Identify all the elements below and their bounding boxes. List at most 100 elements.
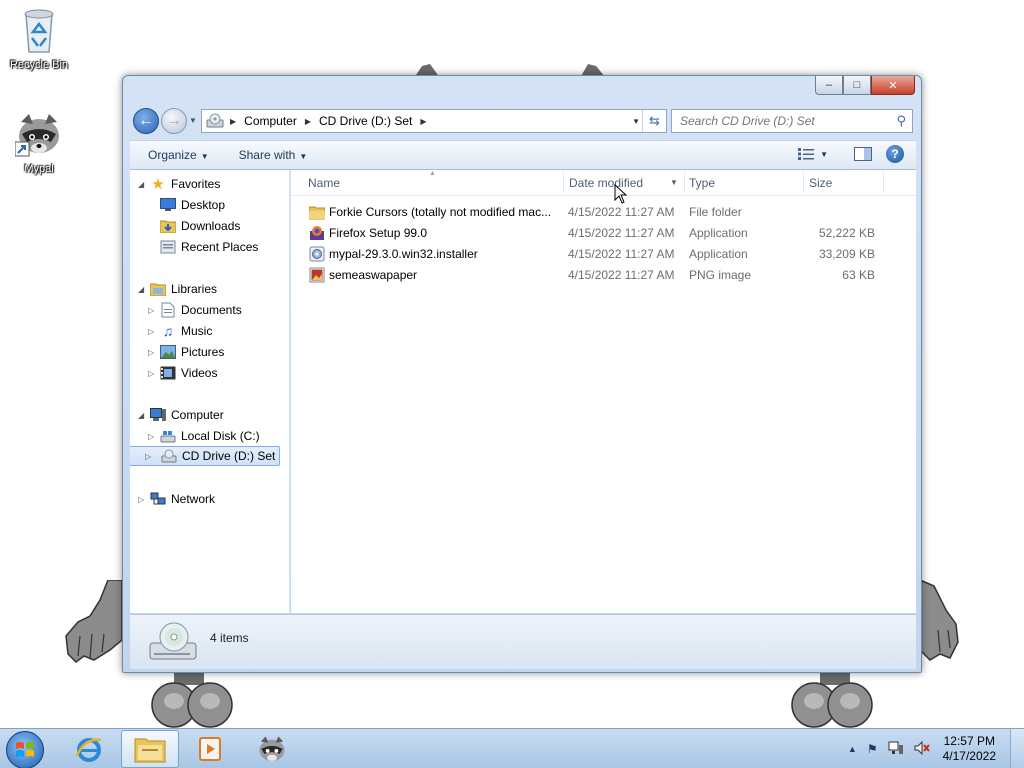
cd-drive-large-icon	[149, 622, 197, 660]
close-button[interactable]: ✕	[871, 76, 915, 95]
help-button[interactable]: ?	[886, 145, 904, 163]
nav-cd-drive[interactable]: ▷ CD Drive (D:) Set	[130, 446, 280, 466]
taskbar-mypal[interactable]	[243, 730, 301, 768]
search-input[interactable]	[680, 114, 880, 128]
file-row[interactable]: Forkie Cursors (totally not modified mac…	[291, 202, 916, 223]
recent-places-icon	[160, 239, 176, 255]
file-row[interactable]: mypal-29.3.0.win32.installer 4/15/2022 1…	[291, 244, 916, 265]
organize-button[interactable]: Organize ▼	[130, 148, 223, 162]
clock-date: 4/17/2022	[942, 749, 996, 763]
breadcrumb-separator[interactable]: ▶	[305, 117, 311, 126]
address-bar[interactable]: ▶ Computer ▶ CD Drive (D:) Set ▶ ▼ ⇆	[201, 109, 667, 133]
column-divider[interactable]	[684, 172, 685, 192]
nav-computer[interactable]: ◢ Computer	[138, 405, 224, 425]
command-bar-right: ▼ ?	[798, 145, 904, 163]
action-center-flag-icon[interactable]: ⚑	[867, 742, 878, 756]
mascot-left-foot-decoration	[151, 673, 233, 728]
nav-favorites[interactable]: ◢ ★ Favorites	[138, 174, 220, 194]
show-hidden-icons-button[interactable]: ▲	[848, 744, 857, 754]
navigation-pane: ◢ ★ Favorites Desktop Downloads Recent P…	[130, 170, 290, 613]
nav-libraries[interactable]: ◢ Libraries	[138, 279, 217, 299]
preview-pane-icon[interactable]	[854, 147, 872, 161]
nav-label: Desktop	[181, 198, 226, 212]
change-view-button[interactable]: ▼	[798, 148, 828, 160]
expand-triangle-icon[interactable]: ◢	[138, 411, 144, 420]
expand-triangle-icon[interactable]: ▷	[148, 327, 154, 336]
mascot-right-foot-decoration	[791, 673, 873, 728]
file-row[interactable]: semeaswapaper 4/15/2022 11:27 AM PNG ima…	[291, 265, 916, 286]
installer-icon	[309, 246, 325, 262]
minimize-icon: –	[825, 79, 833, 91]
show-desktop-button[interactable]	[1010, 729, 1024, 768]
desktop-icon-label: Mypal	[24, 163, 54, 175]
forward-button[interactable]: →	[161, 108, 187, 134]
column-header: ▲ Name Date modified ▼ Type Size	[291, 170, 916, 196]
nav-recent-places[interactable]: Recent Places	[160, 237, 258, 257]
nav-network[interactable]: ▷ Network	[138, 489, 215, 509]
file-date: 4/15/2022 11:27 AM	[568, 205, 675, 219]
column-size[interactable]: Size	[809, 176, 832, 190]
nav-local-disk[interactable]: ▷ Local Disk (C:)	[148, 426, 260, 446]
file-name: Forkie Cursors (totally not modified mac…	[329, 205, 552, 219]
search-icon[interactable]: ⚲	[896, 113, 906, 129]
column-type[interactable]: Type	[689, 176, 715, 190]
breadcrumb-cd-drive[interactable]: CD Drive (D:) Set	[319, 114, 412, 128]
sort-indicator-icon: ▲	[429, 170, 436, 177]
recent-pages-dropdown[interactable]: ▼	[189, 116, 197, 125]
expand-triangle-icon[interactable]: ▷	[148, 348, 154, 357]
desktop-icon-recycle-bin[interactable]: Recycle Bin	[3, 6, 75, 71]
desktop-icon-mypal[interactable]: Mypal	[3, 110, 75, 175]
breadcrumb-computer[interactable]: Computer	[244, 114, 297, 128]
start-button[interactable]	[6, 731, 44, 768]
search-box: ⚲	[671, 109, 913, 133]
breadcrumb-separator[interactable]: ▶	[420, 117, 426, 126]
mascot-right-hand-decoration	[920, 580, 959, 661]
music-note-icon: ♫	[162, 323, 174, 339]
network-status-icon[interactable]	[888, 741, 904, 758]
nav-documents[interactable]: ▷ Documents	[148, 300, 242, 320]
file-row[interactable]: Firefox Setup 99.0 4/15/2022 11:27 AM Ap…	[291, 223, 916, 244]
expand-triangle-icon[interactable]: ▷	[145, 452, 151, 461]
nav-videos[interactable]: ▷ Videos	[148, 363, 217, 383]
maximize-button[interactable]: □	[843, 76, 871, 95]
column-date-modified[interactable]: Date modified	[569, 176, 643, 190]
nav-label: Computer	[171, 408, 224, 422]
nav-downloads[interactable]: Downloads	[160, 216, 240, 236]
pictures-icon	[160, 344, 176, 360]
column-name[interactable]: Name	[308, 176, 340, 190]
expand-triangle-icon[interactable]: ▷	[148, 432, 154, 441]
address-dropdown-arrow[interactable]: ▼	[632, 117, 640, 126]
desktop-icon	[160, 197, 176, 213]
refresh-button[interactable]: ⇆	[642, 110, 666, 132]
file-date: 4/15/2022 11:27 AM	[568, 247, 675, 261]
cd-drive-icon	[161, 448, 177, 464]
taskbar-internet-explorer[interactable]	[60, 730, 118, 768]
nav-music[interactable]: ▷ ♫ Music	[148, 321, 212, 341]
nav-pictures[interactable]: ▷ Pictures	[148, 342, 225, 362]
address-row: ← → ▼ ▶ Computer ▶ CD Drive (D:) Set ▶ ▼…	[131, 106, 915, 136]
clock[interactable]: 12:57 PM 4/17/2022	[943, 734, 996, 764]
expand-triangle-icon[interactable]: ▷	[148, 369, 154, 378]
share-with-button[interactable]: Share with ▼	[223, 148, 322, 162]
windows-logo-icon	[16, 742, 34, 757]
taskbar-media-player[interactable]	[182, 730, 240, 768]
nav-label: Pictures	[181, 345, 225, 359]
expand-triangle-icon[interactable]: ▷	[148, 306, 154, 315]
volume-muted-icon[interactable]	[914, 740, 930, 758]
nav-label: Documents	[181, 303, 242, 317]
taskbar-windows-explorer[interactable]	[121, 730, 179, 768]
mascot-left-hand-decoration	[65, 580, 123, 663]
column-divider[interactable]	[803, 172, 804, 192]
minimize-button[interactable]: –	[815, 76, 843, 95]
breadcrumb-separator[interactable]: ▶	[230, 117, 236, 126]
file-type: Application	[689, 226, 748, 240]
back-button[interactable]: ←	[133, 108, 159, 134]
expand-triangle-icon[interactable]: ◢	[138, 285, 144, 294]
nav-desktop[interactable]: Desktop	[160, 195, 225, 215]
file-list: ▲ Name Date modified ▼ Type Size Forkie …	[291, 170, 916, 613]
expand-triangle-icon[interactable]: ◢	[138, 180, 144, 189]
expand-triangle-icon[interactable]: ▷	[138, 495, 144, 504]
column-filter-dropdown[interactable]: ▼	[670, 178, 678, 187]
column-divider[interactable]	[883, 172, 884, 192]
column-divider[interactable]	[563, 172, 564, 192]
